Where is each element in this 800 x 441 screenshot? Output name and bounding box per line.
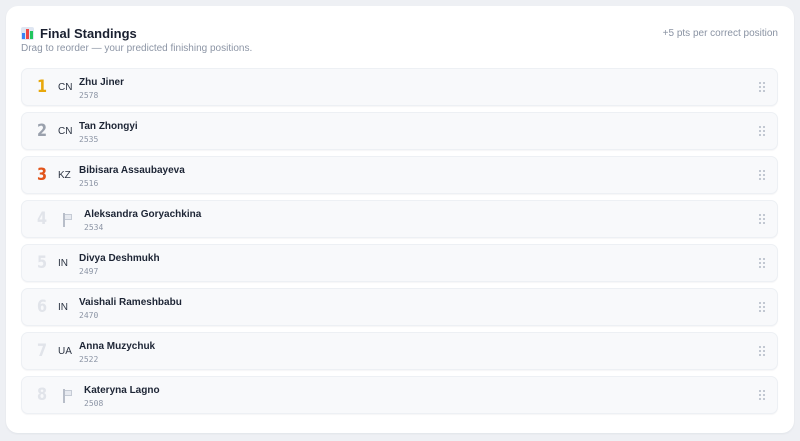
player-rating: 2535: [79, 135, 99, 144]
player-name: Tan Zhongyi: [79, 121, 138, 132]
rank-number: 7: [36, 341, 48, 361]
list-item[interactable]: 8 Kateryna Lagno 2508: [21, 376, 778, 414]
player-rating: 2497: [79, 267, 99, 276]
player-name: Anna Muzychuk: [79, 341, 156, 352]
list-item[interactable]: 5 IN Divya Deshmukh 2497: [21, 244, 778, 282]
country-code: IN: [58, 258, 68, 269]
points-note: +5 pts per correct position: [662, 27, 778, 39]
card-header: Final Standings +5 pts per correct posit…: [21, 23, 778, 43]
country-code: CN: [58, 126, 73, 137]
list-item[interactable]: 4 Aleksandra Goryachkina 2534: [21, 200, 778, 238]
list-item[interactable]: 3 KZ Bibisara Assaubayeva 2516: [21, 156, 778, 194]
country-code: IN: [58, 302, 68, 313]
player-name: Zhu Jiner: [79, 77, 125, 88]
list-item[interactable]: 1 CN Zhu Jiner 2578: [21, 68, 778, 106]
rank-number: 4: [36, 209, 48, 229]
flag-icon: [62, 389, 72, 403]
flag-icon: [62, 213, 72, 227]
player-name: Bibisara Assaubayeva: [79, 165, 185, 176]
rank-number: 8: [36, 385, 48, 405]
rank-number: 1: [36, 77, 48, 97]
drag-handle-icon[interactable]: [759, 258, 765, 268]
drag-handle-icon[interactable]: [759, 82, 765, 92]
rank-number: 5: [36, 253, 48, 273]
player-name: Divya Deshmukh: [79, 253, 160, 264]
country-code: UA: [58, 346, 72, 357]
rank-number: 2: [36, 121, 48, 141]
list-item[interactable]: 7 UA Anna Muzychuk 2522: [21, 332, 778, 370]
drag-handle-icon[interactable]: [759, 214, 765, 224]
standings-card: Final Standings +5 pts per correct posit…: [6, 6, 794, 433]
player-rating: 2470: [79, 311, 99, 320]
list-item[interactable]: 6 IN Vaishali Rameshbabu 2470: [21, 288, 778, 326]
country-code: CN: [58, 82, 73, 93]
rank-number: 3: [36, 165, 48, 185]
player-rating: 2578: [79, 91, 99, 100]
player-name: Aleksandra Goryachkina: [84, 209, 202, 220]
list-item[interactable]: 2 CN Tan Zhongyi 2535: [21, 112, 778, 150]
country-code: KZ: [58, 170, 71, 181]
title-wrap: Final Standings: [21, 26, 137, 41]
player-name: Kateryna Lagno: [84, 385, 160, 396]
bar-chart-icon: [21, 26, 34, 40]
subtitle: Drag to reorder — your predicted finishi…: [21, 43, 253, 54]
drag-handle-icon[interactable]: [759, 170, 765, 180]
player-rating: 2534: [84, 223, 104, 232]
page-title: Final Standings: [40, 25, 137, 41]
drag-handle-icon[interactable]: [759, 302, 765, 312]
standings-list: 1 CN Zhu Jiner 2578 2 CN Tan Zhongyi 2535 3 KZ Bib…: [21, 68, 778, 420]
drag-handle-icon[interactable]: [759, 390, 765, 400]
rank-number: 6: [36, 297, 48, 317]
player-name: Vaishali Rameshbabu: [79, 297, 182, 308]
drag-handle-icon[interactable]: [759, 126, 765, 136]
player-rating: 2516: [79, 179, 99, 188]
drag-handle-icon[interactable]: [759, 346, 765, 356]
player-rating: 2522: [79, 355, 99, 364]
player-rating: 2508: [84, 399, 104, 408]
